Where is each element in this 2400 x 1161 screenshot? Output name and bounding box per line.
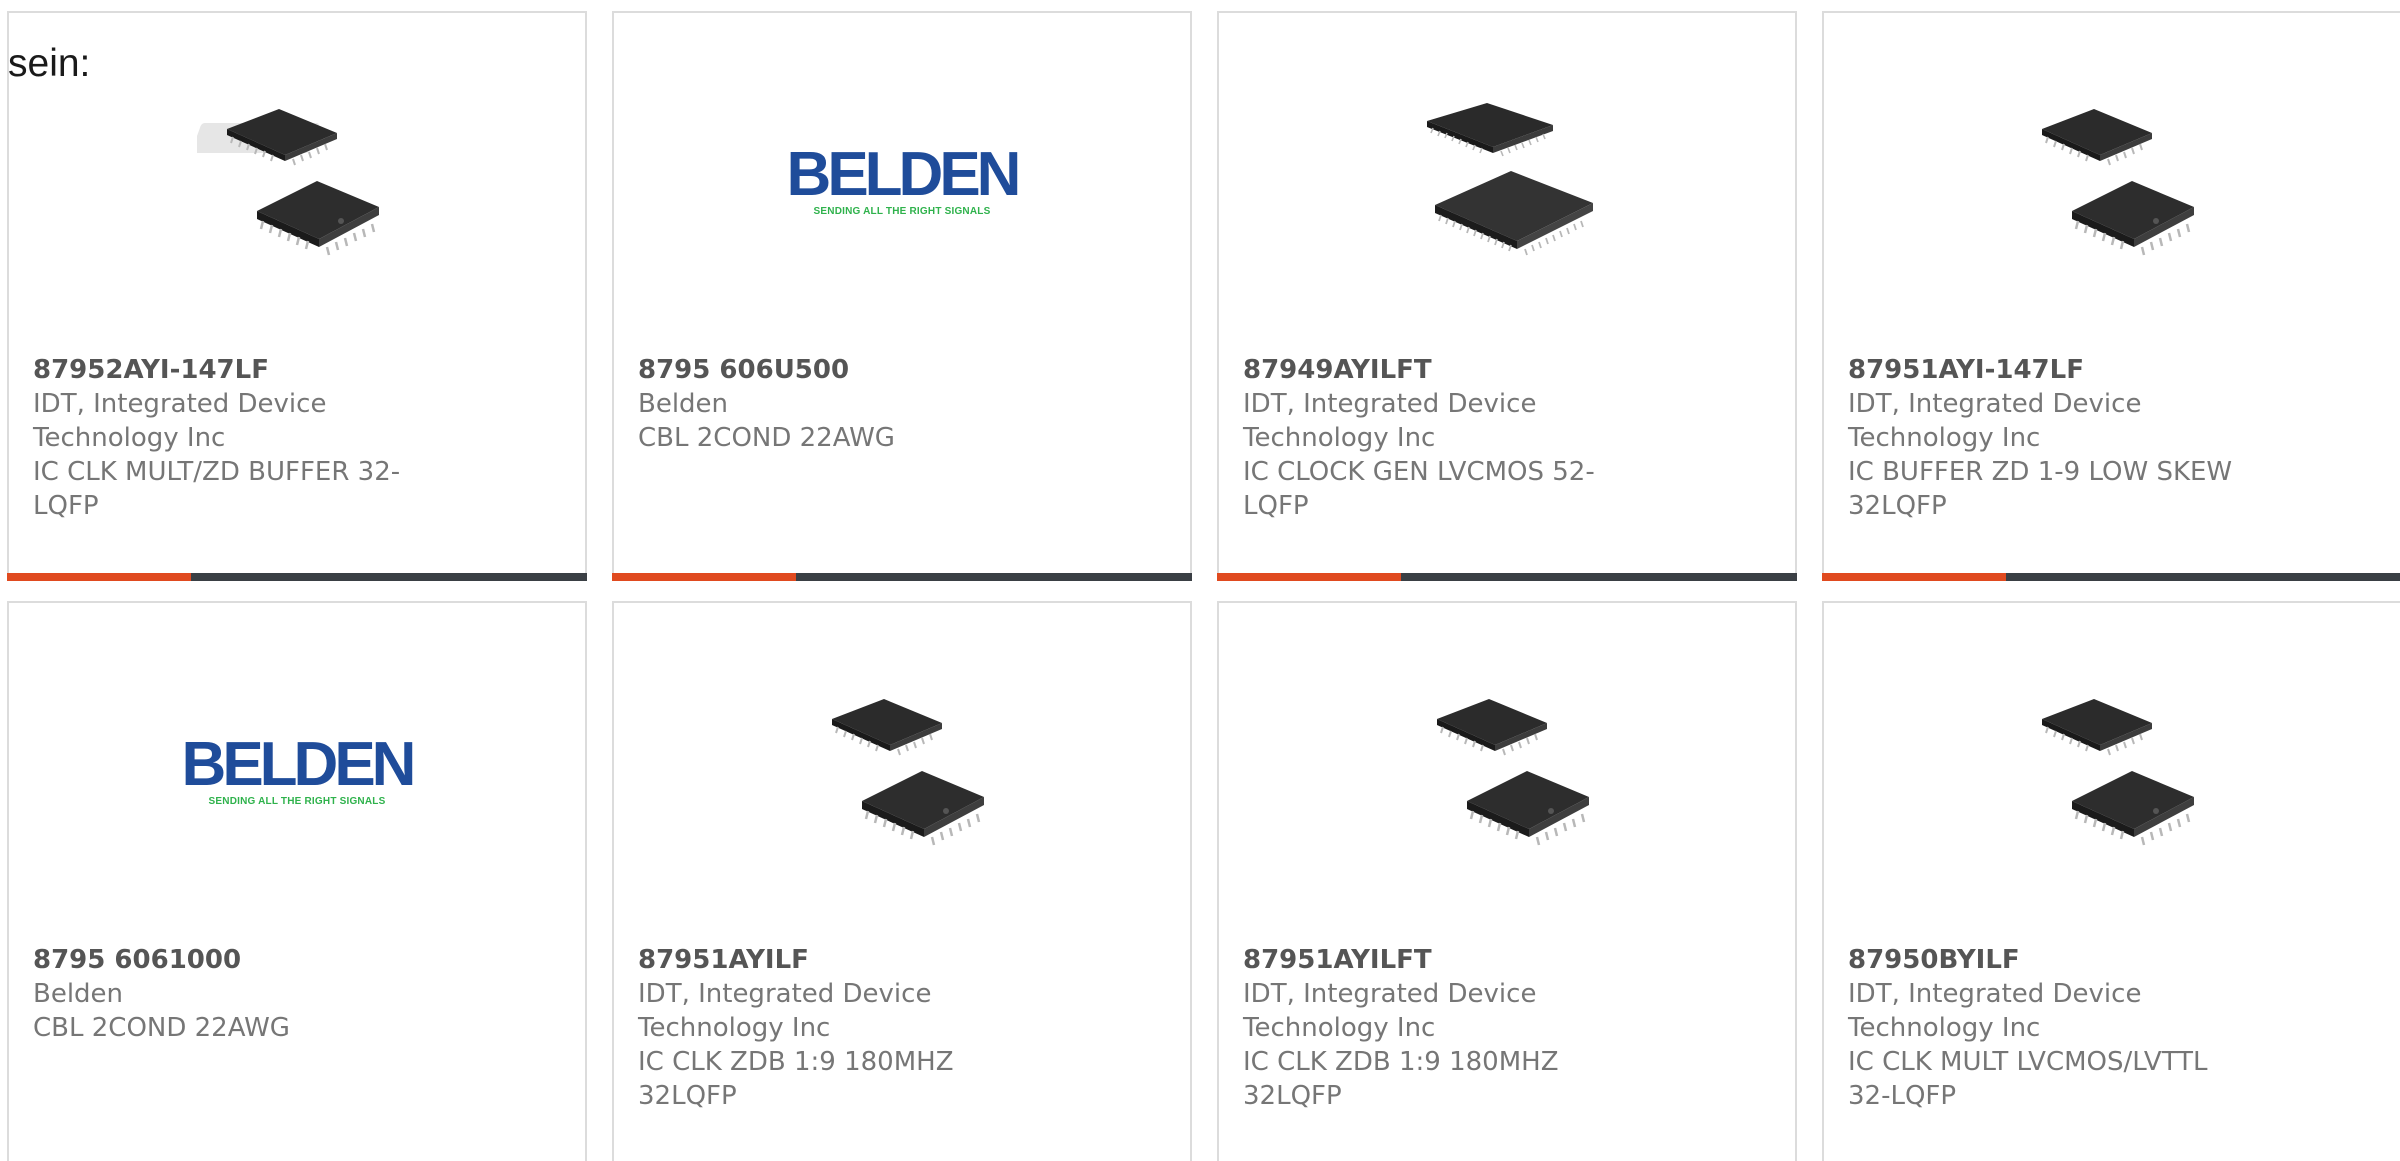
manufacturer: Belden: [638, 389, 729, 419]
product-card[interactable]: 87951AYI-147LF IDT, Integrated Device Te…: [1822, 11, 2400, 581]
manufacturer: Belden: [33, 979, 124, 1009]
product-card[interactable]: BELDEN SENDING ALL THE RIGHT SIGNALS 879…: [612, 11, 1192, 581]
product-info: 87950BYILF IDT, Integrated Device Techno…: [1848, 943, 2248, 1113]
chip-qfp32-icon: [2012, 81, 2212, 281]
description: IC CLK ZDB 1:9 180MHZ 32LQFP: [1243, 1047, 1559, 1111]
product-info: 87949AYILFT IDT, Integrated Device Techn…: [1243, 353, 1643, 523]
card-accent-bar: [1822, 573, 2400, 581]
part-number[interactable]: 87950BYILF: [1848, 943, 2248, 977]
card-accent-bar: [1217, 573, 1797, 581]
product-info: 87951AYI-147LF IDT, Integrated Device Te…: [1848, 353, 2248, 523]
part-number[interactable]: 87951AYILF: [638, 943, 1038, 977]
manufacturer: IDT, Integrated Device Technology Inc: [1243, 979, 1537, 1043]
chip-qfp52-icon: [1407, 81, 1607, 281]
chip-qfp32-icon: [197, 81, 397, 281]
product-image[interactable]: [802, 671, 1002, 871]
chip-qfp32-icon: [1407, 671, 1607, 871]
product-info: 87951AYILF IDT, Integrated Device Techno…: [638, 943, 1038, 1113]
product-info: 8795 606U500 Belden CBL 2COND 22AWG: [638, 353, 1038, 455]
product-image[interactable]: BELDEN SENDING ALL THE RIGHT SIGNALS: [787, 81, 1022, 281]
belden-logo: BELDEN SENDING ALL THE RIGHT SIGNALS: [181, 729, 417, 807]
manufacturer: IDT, Integrated Device Technology Inc: [33, 389, 327, 453]
part-number[interactable]: 8795 6061000: [33, 943, 433, 977]
chip-qfp32-icon: [2012, 671, 2212, 871]
card-accent-bar: [7, 573, 587, 581]
product-image[interactable]: [1407, 671, 1607, 871]
intro-text: sein:: [8, 42, 91, 85]
product-grid: 87952AYI-147LF IDT, Integrated Device Te…: [7, 11, 2400, 1161]
part-number[interactable]: 87951AYI-147LF: [1848, 353, 2248, 387]
product-image[interactable]: [1407, 81, 1607, 281]
product-info: 87952AYI-147LF IDT, Integrated Device Te…: [33, 353, 433, 523]
part-number[interactable]: 87949AYILFT: [1243, 353, 1643, 387]
description: IC BUFFER ZD 1-9 LOW SKEW 32LQFP: [1848, 457, 2233, 521]
product-card[interactable]: 87949AYILFT IDT, Integrated Device Techn…: [1217, 11, 1797, 581]
product-info: 87951AYILFT IDT, Integrated Device Techn…: [1243, 943, 1643, 1113]
manufacturer: IDT, Integrated Device Technology Inc: [1848, 389, 2142, 453]
card-accent-bar: [612, 573, 1192, 581]
part-number[interactable]: 87952AYI-147LF: [33, 353, 433, 387]
product-image[interactable]: [2012, 81, 2212, 281]
manufacturer: IDT, Integrated Device Technology Inc: [638, 979, 932, 1043]
description: IC CLK ZDB 1:9 180MHZ 32LQFP: [638, 1047, 954, 1111]
chip-qfp32-icon: [802, 671, 1002, 871]
product-grid-page: sein: 87952AYI-147LF IDT, Integrated Dev…: [0, 0, 2400, 1161]
product-info: 8795 6061000 Belden CBL 2COND 22AWG: [33, 943, 433, 1045]
product-image[interactable]: BELDEN SENDING ALL THE RIGHT SIGNALS: [182, 671, 417, 871]
product-card[interactable]: BELDEN SENDING ALL THE RIGHT SIGNALS 879…: [7, 601, 587, 1161]
description: CBL 2COND 22AWG: [638, 423, 895, 453]
product-image[interactable]: [197, 81, 397, 281]
part-number[interactable]: 8795 606U500: [638, 353, 1038, 387]
product-card[interactable]: 87950BYILF IDT, Integrated Device Techno…: [1822, 601, 2400, 1161]
description: IC CLK MULT LVCMOS/LVTTL 32-LQFP: [1848, 1047, 2208, 1111]
part-number[interactable]: 87951AYILFT: [1243, 943, 1643, 977]
manufacturer: IDT, Integrated Device Technology Inc: [1848, 979, 2142, 1043]
description: IC CLK MULT/ZD BUFFER 32-LQFP: [33, 457, 401, 521]
product-card[interactable]: 87951AYILF IDT, Integrated Device Techno…: [612, 601, 1192, 1161]
product-image[interactable]: [2012, 671, 2212, 871]
belden-logo: BELDEN SENDING ALL THE RIGHT SIGNALS: [786, 139, 1022, 217]
manufacturer: IDT, Integrated Device Technology Inc: [1243, 389, 1537, 453]
description: CBL 2COND 22AWG: [33, 1013, 290, 1043]
description: IC CLOCK GEN LVCMOS 52-LQFP: [1243, 457, 1595, 521]
product-card[interactable]: 87952AYI-147LF IDT, Integrated Device Te…: [7, 11, 587, 581]
product-card[interactable]: 87951AYILFT IDT, Integrated Device Techn…: [1217, 601, 1797, 1161]
